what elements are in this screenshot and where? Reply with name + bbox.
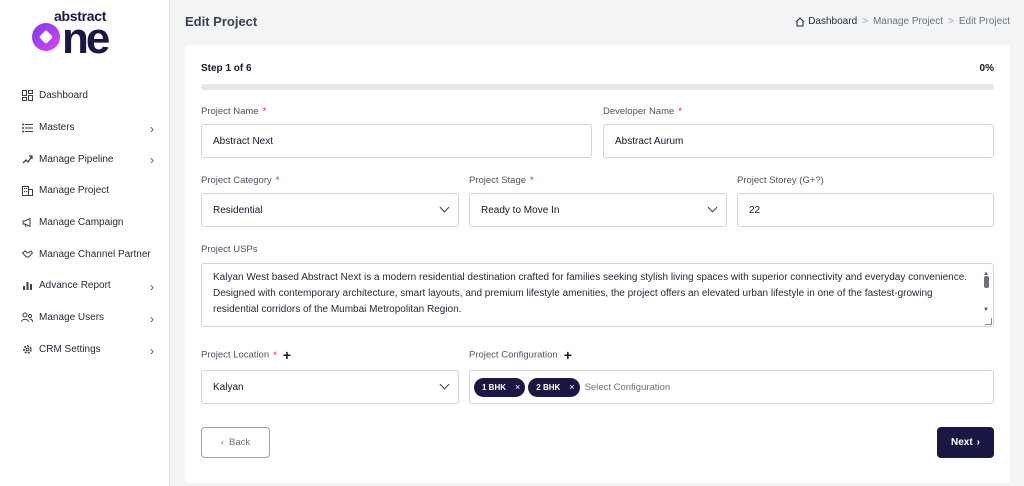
chevron-right-icon: › (150, 343, 154, 358)
sidebar-nav: Dashboard Masters › Manage Pipeline › Ma… (0, 80, 170, 365)
sidebar-item-masters[interactable]: Masters › (0, 112, 170, 144)
sidebar-item-crm-settings[interactable]: CRM Settings › (0, 334, 170, 366)
chevron-right-icon: › (150, 311, 154, 326)
page-title: Edit Project (185, 14, 258, 29)
chevron-down-icon (439, 379, 450, 390)
list-icon (21, 122, 33, 134)
project-usps-textarea[interactable]: Kalyan West based Abstract Next is a mod… (201, 263, 994, 327)
add-configuration-icon[interactable]: + (564, 347, 572, 363)
project-name-label: Project Name * (201, 106, 267, 117)
sidebar-item-label: Manage Pipeline (39, 153, 114, 165)
sidebar-item-dashboard[interactable]: Dashboard (0, 80, 170, 112)
back-button[interactable]: ‹ Back (201, 427, 270, 458)
project-location-select[interactable]: Kalyan (201, 370, 459, 404)
project-stage-label: Project Stage * (469, 175, 534, 186)
breadcrumb-separator: > (948, 16, 954, 27)
step-indicator: Step 1 of 6 (201, 63, 252, 74)
project-configuration-label: Project Configuration + (469, 347, 572, 363)
scroll-down-icon[interactable]: ▼ (983, 302, 989, 318)
home-icon (795, 16, 805, 26)
breadcrumb-edit-project: Edit Project (958, 16, 1010, 27)
sidebar-item-manage-pipeline[interactable]: Manage Pipeline › (0, 143, 170, 175)
breadcrumb: Dashboard > Manage Project > Edit Projec… (795, 16, 1010, 27)
project-storey-input[interactable]: 22 (737, 193, 994, 227)
building-icon (21, 185, 33, 197)
chevron-down-icon (439, 202, 450, 213)
remove-chip-icon[interactable]: × (515, 382, 520, 392)
project-name-input[interactable]: Abstract Next (201, 124, 592, 158)
project-configuration-multiselect[interactable]: 1 BHK × 2 BHK × Select Configuration (469, 370, 994, 404)
sidebar-item-label: Advance Report (39, 280, 111, 292)
developer-name-input[interactable]: Abstract Aurum (603, 124, 994, 158)
project-location-label: Project Location * + (201, 347, 292, 363)
sidebar-item-label: Manage Users (39, 312, 105, 324)
dashboard-grid-icon (21, 90, 33, 102)
breadcrumb-separator: > (862, 16, 868, 27)
sidebar-item-label: Manage Channel Partner (39, 248, 151, 260)
chevron-down-icon (707, 202, 718, 213)
breadcrumb-label: Dashboard (808, 16, 858, 27)
progress-percent: 0% (979, 63, 994, 74)
project-usps-label: Project USPs (201, 244, 258, 255)
sidebar-item-manage-users[interactable]: Manage Users › (0, 302, 170, 334)
next-button[interactable]: Next › (937, 427, 994, 458)
progress-bar (201, 84, 994, 90)
brand-logo-main-text: ne (62, 14, 110, 63)
chevron-right-icon: › (150, 121, 154, 136)
project-storey-label: Project Storey (G+?) (737, 175, 824, 186)
sidebar-item-label: Manage Project (39, 185, 110, 197)
edit-project-form: Step 1 of 6 0% Project Name * Abstract Ne… (185, 45, 1010, 483)
project-category-select[interactable]: Residential (201, 193, 459, 227)
brand-logo[interactable]: abstract ne (32, 8, 140, 63)
handshake-icon (21, 248, 33, 260)
breadcrumb-manage-project[interactable]: Manage Project (873, 16, 943, 27)
sidebar-item-label: Masters (39, 122, 75, 134)
chevron-right-icon: › (976, 437, 981, 448)
configuration-placeholder: Select Configuration (584, 381, 671, 393)
back-button-label: Back (229, 437, 251, 448)
project-stage-select[interactable]: Ready to Move In (469, 193, 727, 227)
bar-chart-icon (21, 280, 33, 292)
next-button-label: Next (950, 437, 973, 448)
sidebar-item-label: Manage Campaign (39, 217, 124, 229)
brand-logo-o-icon (32, 23, 60, 52)
pipeline-icon (21, 153, 33, 165)
scrollbar-thumb[interactable] (984, 276, 989, 288)
configuration-chip: 1 BHK × (474, 377, 526, 397)
sidebar-item-manage-channel-partner[interactable]: Manage Channel Partner (0, 238, 170, 270)
gear-icon (21, 343, 33, 355)
remove-chip-icon[interactable]: × (569, 382, 574, 392)
sidebar: abstract ne Dashboard Masters › Manage P… (0, 0, 170, 486)
textarea-scrollbar[interactable]: ▲ ▼ (981, 266, 991, 324)
users-icon (21, 312, 33, 324)
chevron-left-icon: ‹ (220, 437, 225, 448)
sidebar-item-manage-project[interactable]: Manage Project (0, 175, 170, 207)
chevron-right-icon: › (150, 280, 154, 295)
add-location-icon[interactable]: + (283, 347, 291, 363)
resize-handle-icon[interactable] (985, 318, 992, 325)
configuration-chip: 2 BHK × (528, 377, 580, 397)
sidebar-item-label: Dashboard (39, 90, 88, 102)
chevron-right-icon: › (150, 153, 154, 168)
project-category-label: Project Category * (201, 175, 280, 186)
sidebar-item-manage-campaign[interactable]: Manage Campaign (0, 207, 170, 239)
breadcrumb-dashboard[interactable]: Dashboard (795, 16, 857, 27)
sidebar-item-advance-report[interactable]: Advance Report › (0, 270, 170, 302)
megaphone-icon (21, 217, 33, 229)
sidebar-item-label: CRM Settings (39, 343, 101, 355)
developer-name-label: Developer Name * (603, 106, 682, 117)
